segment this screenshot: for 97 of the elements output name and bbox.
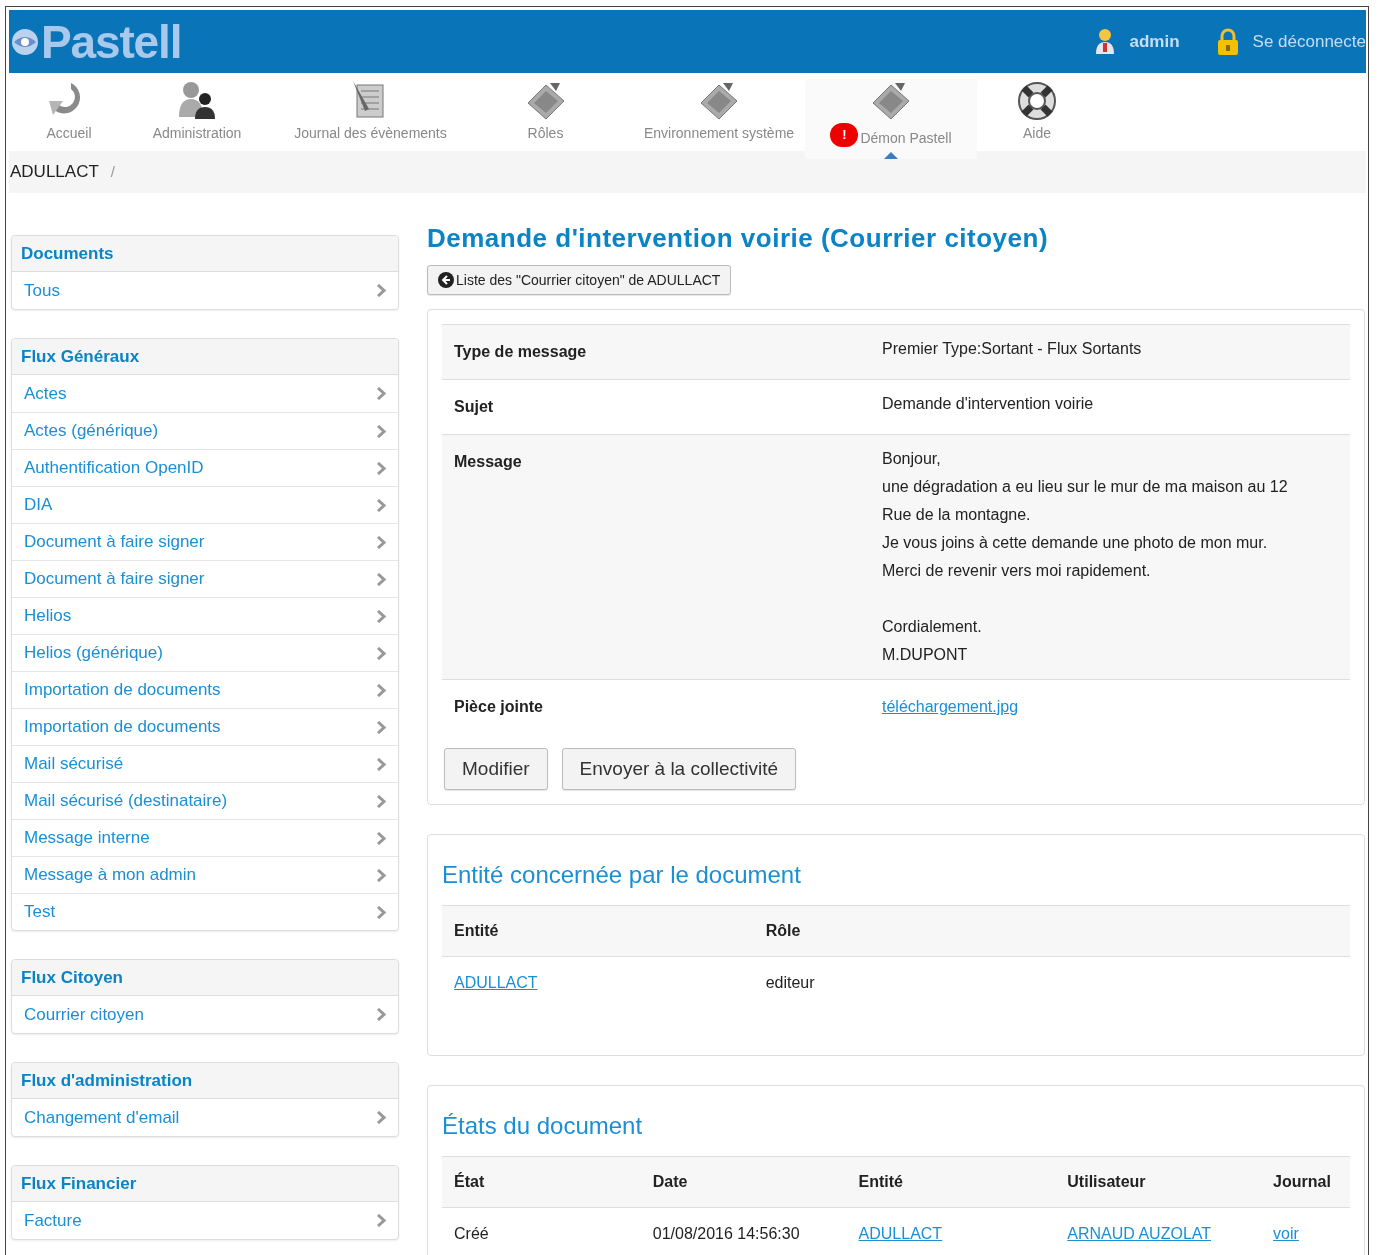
attachment-link[interactable]: téléchargement.jpg	[882, 695, 1019, 719]
chevron-right-icon	[376, 535, 386, 549]
back-arrow-icon	[438, 272, 454, 288]
nav-item[interactable]: Administration	[111, 79, 283, 159]
chevron-right-icon	[376, 461, 386, 475]
nav-label: Environnement système	[643, 124, 795, 143]
chevron-right-icon	[376, 1008, 386, 1021]
column-header: État	[453, 1171, 486, 1192]
section-title: Entité concernée par le document	[442, 863, 802, 887]
nav-label: Rôles	[527, 124, 564, 143]
nav-label: Aide	[1023, 124, 1051, 143]
action-button[interactable]: Envoyer à la collectivité	[561, 748, 797, 790]
column-header: Date	[651, 1172, 689, 1192]
chevron-right-icon	[376, 1214, 386, 1227]
page-title: Demande d'intervention voirie (Courrier citoyen)	[427, 225, 1050, 251]
nav-item[interactable]: Journal des évènements	[283, 79, 458, 159]
chevron-right-icon	[376, 387, 386, 400]
sidebar-item[interactable]: Mail sécurisé (destinataire)	[12, 782, 398, 819]
table-link[interactable]: ADULLACT	[454, 974, 538, 991]
back-button[interactable]: Liste des "Courrier citoyen" de ADULLACT	[427, 265, 732, 295]
sidebar-item[interactable]: Helios	[12, 597, 398, 634]
nav-label: Journal des évènements	[294, 124, 447, 143]
chevron-right-icon	[376, 794, 386, 808]
nav-item[interactable]: Rôles	[458, 79, 633, 159]
sidebar-item[interactable]: Changement d'email	[12, 1099, 398, 1136]
chevron-right-icon	[376, 424, 386, 438]
sidebar-item[interactable]: Message à mon admin	[12, 856, 398, 893]
chevron-right-icon	[376, 831, 386, 845]
nav-label: Accueil	[46, 124, 92, 143]
chevron-right-icon	[376, 720, 386, 734]
sidebar-item[interactable]: Courrier citoyen	[12, 996, 398, 1033]
sidebar-item[interactable]: Actes (générique)	[12, 412, 398, 449]
chevron-right-icon	[376, 683, 386, 697]
sidebar-item[interactable]: Helios (générique)	[12, 634, 398, 671]
field-value: Premier Type:Sortant - Flux Sortants	[882, 339, 1143, 359]
panel-title: Flux Généraux	[21, 345, 140, 368]
field-label: Sujet	[453, 397, 495, 417]
column-header: Utilisateur	[1066, 1172, 1147, 1192]
action-button[interactable]: Modifier	[444, 748, 548, 790]
sidebar-item[interactable]: Test	[12, 893, 398, 930]
active-caret-icon	[884, 152, 898, 159]
sidebar-item[interactable]: Importation de documents	[12, 671, 398, 708]
chevron-right-icon	[376, 1111, 386, 1124]
chevron-right-icon	[376, 572, 386, 586]
logout-link[interactable]: Se déconnecte	[1252, 28, 1366, 55]
chevron-right-icon	[376, 609, 386, 623]
panel-title: Documents	[21, 242, 114, 265]
column-header: Journal	[1272, 1172, 1332, 1192]
user-icon	[1093, 28, 1116, 55]
field-value: Bonjour, une dégradation a eu lieu sur le mur de ma maison au 12 Rue de la montagne. Je vous joins à cette demande une photo de mon mur. Merci de revenir vers moi rapidement. Cordialement. M.DUPONT	[882, 449, 1289, 665]
sidebar-item[interactable]: Document à faire signer	[12, 560, 398, 597]
nav-label: Administration	[152, 124, 242, 143]
table-link[interactable]: ARNAUD AUZOLAT	[1067, 1225, 1212, 1242]
sidebar-item[interactable]: Mail sécurisé	[12, 745, 398, 782]
globe-logo-icon	[11, 27, 39, 56]
table-cell: editeur	[765, 974, 815, 991]
padlock-icon	[1215, 27, 1240, 56]
nav-label: Démon Pastell	[860, 129, 952, 148]
sidebar-item[interactable]: Actes	[12, 375, 398, 412]
chevron-right-icon	[376, 498, 386, 512]
chevron-right-icon	[376, 284, 386, 297]
logo-text: Pastell	[41, 18, 182, 65]
sidebar-item[interactable]: Document à faire signer	[12, 523, 398, 560]
sidebar-item[interactable]: DIA	[12, 486, 398, 523]
panel-title: Flux d'administration	[21, 1069, 193, 1092]
field-label: Type de message	[453, 342, 588, 362]
username-link[interactable]: admin	[1129, 28, 1180, 55]
panel-title: Flux Citoyen	[21, 966, 123, 989]
chevron-right-icon	[376, 868, 386, 882]
column-header: Entité	[453, 921, 500, 941]
nav-item[interactable]: ! Démon Pastell	[805, 79, 977, 159]
lifebuoy-icon	[1015, 79, 1059, 123]
nav-item[interactable]: Aide	[977, 79, 1097, 159]
panel-title: Flux Financier	[21, 1172, 137, 1195]
nav-item[interactable]: Accueil	[27, 79, 111, 159]
breadcrumb-separator: /	[110, 161, 115, 182]
table-cell: 01/08/2016 14:56:30	[652, 1225, 800, 1242]
table-link[interactable]: voir	[1273, 1225, 1299, 1242]
nav-item[interactable]: Environnement système	[633, 79, 805, 159]
field-value: Demande d'intervention voirie	[882, 394, 1095, 414]
field-label: Message	[453, 452, 523, 472]
alert-badge: !	[830, 123, 859, 147]
column-header: Rôle	[764, 921, 802, 941]
field-label: Pièce jointe	[453, 697, 544, 717]
section-title: États du document	[442, 1114, 644, 1138]
table-cell: Créé	[454, 1225, 489, 1242]
column-header: Entité	[857, 1172, 904, 1192]
sidebar-item[interactable]: Tous	[12, 272, 398, 309]
sidebar-item[interactable]: Message interne	[12, 819, 398, 856]
chevron-right-icon	[376, 646, 386, 660]
breadcrumb-link[interactable]: ADULLACT	[10, 159, 99, 185]
table-link[interactable]: ADULLACT	[858, 1225, 943, 1242]
chevron-right-icon	[376, 905, 386, 919]
sidebar-item[interactable]: Authentification OpenID	[12, 449, 398, 486]
chevron-right-icon	[376, 757, 386, 771]
sidebar-item[interactable]: Importation de documents	[12, 708, 398, 745]
sidebar-item[interactable]: Facture	[12, 1202, 398, 1239]
